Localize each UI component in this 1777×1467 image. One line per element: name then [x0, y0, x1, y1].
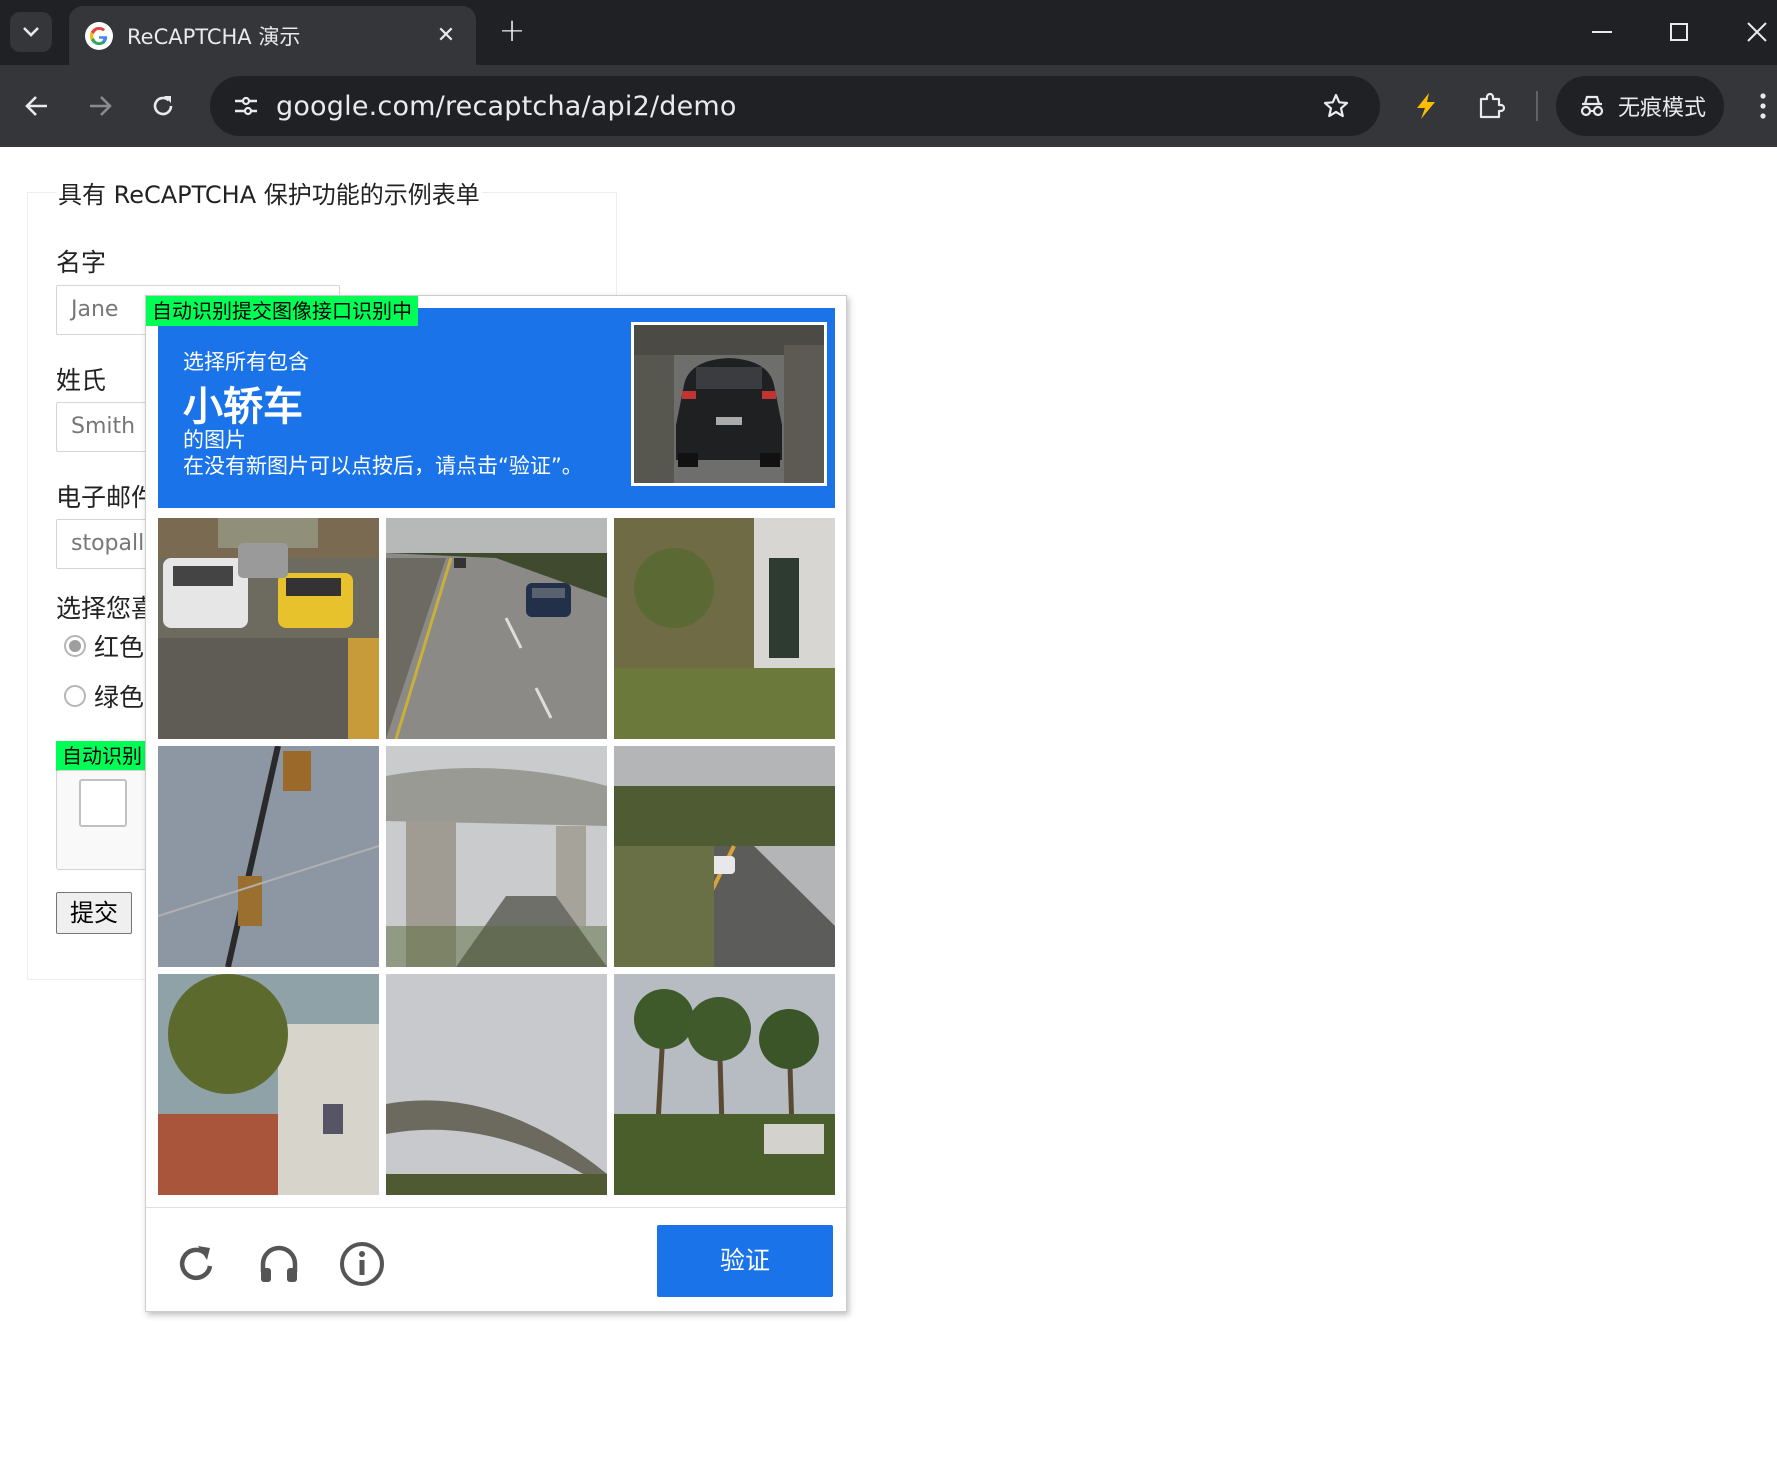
active-tab[interactable]: ReCAPTCHA 演示 ✕ — [69, 6, 476, 65]
puzzle-extension-icon[interactable] — [1470, 85, 1512, 127]
reload-icon[interactable] — [170, 1238, 222, 1290]
incognito-icon — [1580, 95, 1604, 117]
first-name-label: 名字 — [56, 248, 107, 277]
google-favicon — [85, 21, 113, 50]
incognito-label: 无痕模式 — [1618, 96, 1707, 121]
auto-recognize-badge: 自动识别 — [56, 741, 148, 771]
image-tile-8[interactable] — [386, 974, 607, 1195]
headphones-icon[interactable] — [253, 1238, 305, 1290]
image-tile-6[interactable] — [614, 746, 835, 967]
last-name-label: 姓氏 — [56, 366, 107, 395]
email-label: 电子邮件 — [56, 483, 157, 512]
challenge-footer: 验证 — [146, 1207, 846, 1312]
radio-green[interactable] — [64, 685, 86, 707]
image-tile-4[interactable] — [158, 746, 379, 967]
challenge-header: 选择所有包含 小轿车 的图片 在没有新图片可以点按后，请点击“验证”。 — [158, 308, 835, 508]
image-tile-3[interactable] — [614, 518, 835, 739]
close-icon[interactable]: ✕ — [432, 23, 460, 48]
radio-red-option[interactable]: 红色 — [64, 628, 144, 664]
forward-arrow-icon[interactable] — [79, 85, 121, 127]
window-close-icon[interactable] — [1732, 8, 1777, 56]
chevron-down-icon — [23, 27, 39, 37]
image-tile-5[interactable] — [386, 746, 607, 967]
radio-green-option[interactable]: 绿色 — [64, 678, 144, 714]
maximize-icon[interactable] — [1654, 8, 1704, 56]
star-icon[interactable] — [1306, 92, 1366, 120]
radio-red-label: 红色 — [94, 633, 145, 662]
sample-car-image — [631, 322, 827, 486]
tab-title: ReCAPTCHA 演示 — [127, 24, 301, 49]
form-legend: 具有 ReCAPTCHA 保护功能的示例表单 — [56, 175, 482, 210]
recaptcha-challenge-popup: 选择所有包含 小轿车 的图片 在没有新图片可以点按后，请点击“验证”。 自动识别… — [145, 295, 847, 1312]
captcha-recognizing-badge: 自动识别提交图像接口识别中 — [146, 296, 418, 326]
lightning-extension-icon[interactable] — [1405, 85, 1447, 127]
plus-icon[interactable]: + — [492, 10, 532, 50]
image-tile-7[interactable] — [158, 974, 379, 1195]
toolbar-separator — [1536, 91, 1538, 121]
instruction-line3: 在没有新图片可以点按后，请点击“验证”。 — [183, 454, 583, 478]
radio-green-label: 绿色 — [94, 683, 145, 712]
instruction-line1: 选择所有包含 — [183, 350, 309, 374]
reload-icon[interactable] — [142, 85, 184, 127]
image-tile-1[interactable] — [158, 518, 379, 739]
tab-strip: ReCAPTCHA 演示 ✕ + — [0, 0, 1777, 65]
minimize-icon[interactable] — [1578, 8, 1628, 56]
verify-button[interactable]: 验证 — [657, 1225, 833, 1297]
site-info-icon[interactable] — [216, 95, 276, 117]
browser-toolbar: google.com/recaptcha/api2/demo 无痕模式 — [0, 65, 1777, 147]
image-tile-2[interactable] — [386, 518, 607, 739]
image-tile-9[interactable] — [614, 974, 835, 1195]
recaptcha-checkbox[interactable] — [79, 779, 127, 827]
info-icon[interactable] — [336, 1238, 388, 1290]
address-bar[interactable]: google.com/recaptcha/api2/demo — [210, 76, 1380, 136]
submit-button[interactable]: 提交 — [56, 892, 132, 934]
radio-red[interactable] — [64, 635, 86, 657]
incognito-indicator[interactable]: 无痕模式 — [1556, 76, 1724, 136]
challenge-image-grid — [158, 518, 835, 1198]
url-text[interactable]: google.com/recaptcha/api2/demo — [276, 91, 1306, 122]
tab-search-button[interactable] — [10, 12, 52, 52]
back-arrow-icon[interactable] — [16, 85, 58, 127]
kebab-menu-icon[interactable] — [1742, 85, 1777, 127]
